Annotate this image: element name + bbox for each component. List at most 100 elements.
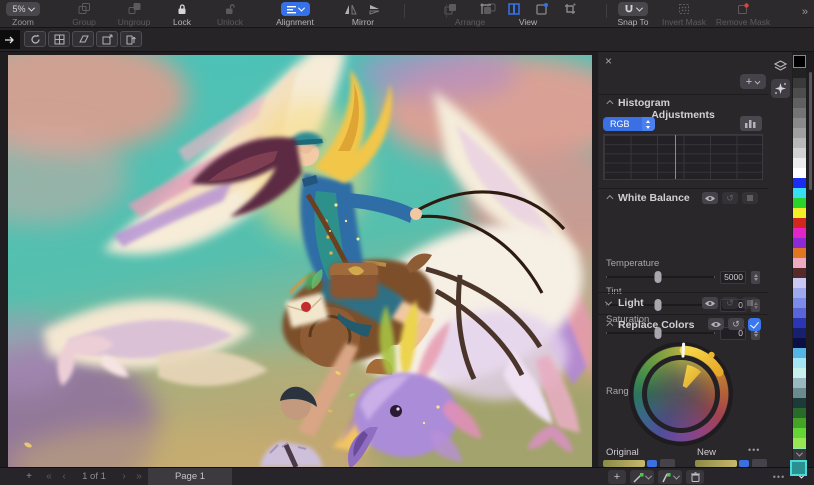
color-swatch[interactable]	[793, 288, 806, 298]
color-swatch[interactable]	[793, 368, 806, 378]
color-swatch[interactable]	[793, 88, 806, 98]
lock-button[interactable]: Lock	[162, 2, 202, 27]
slider-thumb[interactable]	[655, 271, 662, 283]
color-swatch[interactable]	[793, 238, 806, 248]
color-swatch[interactable]	[793, 158, 806, 168]
zoom-dropdown[interactable]: 5%	[6, 2, 39, 16]
panel-close-button[interactable]: ×	[605, 55, 612, 67]
snap-to-dropdown[interactable]	[618, 2, 648, 16]
color-swatch[interactable]	[793, 118, 806, 128]
histogram-section-header[interactable]: Histogram	[606, 97, 670, 109]
adjustments-tab-button[interactable]	[771, 79, 790, 98]
rotate-tool-button[interactable]	[24, 31, 46, 47]
slider-thumb[interactable]	[655, 299, 662, 311]
slider-track[interactable]	[606, 276, 715, 278]
color-swatch[interactable]	[793, 328, 806, 338]
add-color-button[interactable]: +	[608, 470, 626, 484]
invert-mask-button[interactable]: Invert Mask	[658, 2, 710, 27]
original-color-strip[interactable]	[603, 460, 645, 467]
color-range-wheel[interactable]	[633, 346, 729, 442]
light-section-header[interactable]: Light	[606, 297, 644, 309]
color-swatch[interactable]	[793, 308, 806, 318]
slider-value-input[interactable]: 5000	[720, 271, 746, 284]
sample-pin-button[interactable]	[658, 470, 682, 484]
white-balance-visibility-button[interactable]	[702, 192, 718, 204]
color-swatch[interactable]	[793, 148, 806, 158]
current-color-well[interactable]	[790, 460, 807, 476]
freeform-tool-button[interactable]	[72, 31, 94, 47]
replace-colors-more-button[interactable]: •••	[748, 445, 760, 455]
color-swatch[interactable]	[793, 55, 806, 68]
canvas[interactable]	[8, 55, 592, 467]
swatch-scroll-button[interactable]	[793, 449, 806, 460]
ungroup-button[interactable]: Ungroup	[108, 2, 160, 27]
flip-vertical-icon[interactable]	[369, 4, 382, 15]
color-swatch[interactable]	[793, 188, 806, 198]
color-swatch[interactable]	[793, 108, 806, 118]
layers-icon[interactable]	[774, 60, 787, 72]
remove-mask-button[interactable]: Remove Mask	[712, 2, 774, 27]
color-swatch[interactable]	[793, 138, 806, 148]
flip-horizontal-icon[interactable]	[344, 4, 357, 15]
light-visibility-button[interactable]	[702, 297, 718, 309]
color-swatch[interactable]	[793, 338, 806, 348]
group-button[interactable]: Group	[62, 2, 106, 27]
alignment-control[interactable]: Alignment	[258, 2, 332, 27]
color-swatch[interactable]	[793, 418, 806, 428]
new-color-strip[interactable]	[695, 460, 737, 467]
transform-tool-button[interactable]	[96, 31, 118, 47]
delete-color-button[interactable]	[686, 470, 704, 484]
slider-stepper[interactable]	[751, 271, 760, 284]
color-swatch[interactable]	[793, 128, 806, 138]
color-swatch[interactable]	[793, 318, 806, 328]
color-swatch[interactable]	[793, 78, 806, 88]
color-swatch[interactable]	[793, 198, 806, 208]
color-swatch[interactable]	[793, 438, 806, 448]
color-swatch[interactable]	[793, 278, 806, 288]
snap-guides-icon[interactable]	[536, 3, 548, 15]
color-swatch[interactable]	[793, 348, 806, 358]
replace-colors-section-header[interactable]: Replace Colors	[606, 319, 694, 331]
panel-scrollbar[interactable]	[809, 72, 812, 190]
statusbar-more-button[interactable]: •••	[770, 468, 788, 485]
color-swatch[interactable]	[793, 228, 806, 238]
first-page-button[interactable]: «	[42, 468, 56, 485]
original-color-pill[interactable]	[647, 460, 657, 467]
color-swatch[interactable]	[793, 208, 806, 218]
alignment-dropdown[interactable]	[281, 2, 310, 16]
guides-icon[interactable]	[480, 3, 492, 15]
white-balance-section-header[interactable]: White Balance	[606, 192, 690, 204]
snap-to-control[interactable]: Snap To	[610, 2, 656, 27]
layout-columns-icon[interactable]	[508, 3, 520, 15]
page-tab[interactable]: Page 1	[148, 468, 232, 485]
color-swatch[interactable]	[793, 178, 806, 188]
flip-tool-button[interactable]	[120, 31, 142, 47]
color-swatch[interactable]	[793, 218, 806, 228]
sample-color-button[interactable]	[630, 470, 654, 484]
unlock-button[interactable]: Unlock	[206, 2, 254, 27]
toolbar-overflow-button[interactable]: »	[802, 6, 808, 18]
color-swatch[interactable]	[793, 388, 806, 398]
prev-page-button[interactable]: ‹	[58, 468, 70, 485]
replace-colors-visibility-button[interactable]	[708, 318, 724, 330]
color-swatch[interactable]	[793, 168, 806, 178]
color-swatch[interactable]	[793, 408, 806, 418]
align-grid-tool-button[interactable]	[48, 31, 70, 47]
histogram-style-button[interactable]	[740, 116, 762, 131]
color-swatch[interactable]	[793, 98, 806, 108]
color-swatch[interactable]	[793, 428, 806, 438]
new-color-pill[interactable]	[739, 460, 749, 467]
light-options-button[interactable]	[742, 297, 758, 309]
color-swatch[interactable]	[793, 248, 806, 258]
replace-colors-reset-button[interactable]: ↺	[728, 318, 744, 330]
color-swatch[interactable]	[793, 258, 806, 268]
add-page-button[interactable]: +	[22, 468, 36, 485]
color-swatch[interactable]	[793, 268, 806, 278]
color-swatch[interactable]	[793, 68, 806, 78]
add-adjustment-button[interactable]: +	[740, 74, 766, 89]
zoom-control[interactable]: 5% Zoom	[0, 2, 52, 27]
white-balance-options-button[interactable]	[742, 192, 758, 204]
histogram-channel-dropdown[interactable]: RGB	[603, 117, 655, 131]
color-swatch[interactable]	[793, 358, 806, 368]
color-swatch[interactable]	[793, 378, 806, 388]
